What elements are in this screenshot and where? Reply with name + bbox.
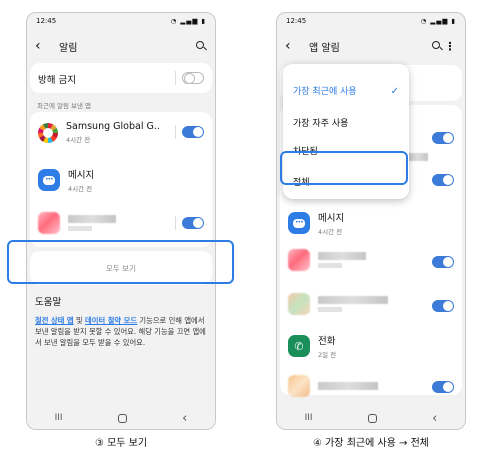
help-text: 절전 상태 앱 및 데이터 절약 모드 기능으로 인해 앱에서 보낸 알림을 받…	[35, 315, 207, 348]
sort-option-recent[interactable]: 가장 최근에 사용	[293, 84, 357, 97]
blurred-app-icon	[38, 212, 60, 234]
blurred-app-name	[68, 215, 116, 223]
see-all-highlight	[7, 240, 234, 284]
app-bar: ‹ 알림	[27, 34, 215, 58]
status-bar: 12:45 ◔ ▂▄▆ ▮	[277, 13, 465, 29]
blurred-app-name	[408, 153, 428, 161]
list-item[interactable]: 메시지 4시간 전	[38, 167, 204, 193]
app-time: 4시간 전	[318, 228, 343, 236]
list-item[interactable]	[288, 293, 454, 315]
back-nav-icon[interactable]: ‹	[432, 411, 437, 426]
status-icons: ◔ ▂▄▆ ▮	[170, 17, 206, 25]
list-item[interactable]: Samsung Global G.. 4시간 전	[38, 121, 204, 144]
data-saver-link[interactable]: 데이터 절약 모드	[85, 316, 137, 325]
status-time: 12:45	[286, 17, 307, 25]
recent-section-label: 최근에 알림 보낸 앱	[37, 102, 92, 110]
blurred-app-icon	[288, 293, 310, 315]
status-bar: 12:45 ◔ ▂▄▆ ▮	[27, 13, 215, 29]
page-title: 앱 알림	[309, 42, 340, 54]
check-icon: ✓	[390, 86, 399, 97]
list-item[interactable]	[288, 249, 454, 271]
nav-bar: III ‹	[277, 407, 465, 429]
list-item[interactable]: 메시지 4시간 전	[288, 210, 454, 236]
app-bar: ‹ 앱 알림 ⋮	[277, 34, 465, 58]
sort-option-frequent[interactable]: 가장 자주 사용	[293, 116, 348, 129]
app-toggle[interactable]	[432, 300, 454, 312]
status-time: 12:45	[36, 17, 57, 25]
dnd-label: 방해 금지	[38, 75, 76, 86]
phone-screen-app-notifications: 12:45 ◔ ▂▄▆ ▮ ‹ 앱 알림 ⋮ 메시지 4시간 전	[276, 12, 466, 430]
app-toggle[interactable]	[432, 256, 454, 268]
search-button[interactable]	[429, 40, 443, 52]
dnd-card[interactable]: 방해 금지	[30, 63, 212, 93]
blurred-app-name	[318, 296, 388, 304]
app-name: 전화	[318, 336, 336, 347]
app-toggle[interactable]	[182, 126, 204, 138]
back-icon[interactable]: ‹	[285, 39, 301, 53]
divider	[175, 71, 176, 85]
search-icon	[432, 40, 440, 49]
more-options-icon[interactable]: ⋮	[443, 40, 457, 53]
recent-apps-card: Samsung Global G.. 4시간 전 메시지 4시간 전	[30, 112, 212, 247]
caption-right: ④ 가장 최근에 사용 → 전체	[312, 438, 430, 449]
phone-icon: ✆	[288, 335, 310, 357]
all-option-highlight	[280, 151, 408, 185]
samsung-global-goals-icon	[38, 122, 58, 143]
messages-icon	[38, 169, 60, 191]
messages-icon	[288, 212, 310, 234]
app-time: 4시간 전	[66, 136, 91, 144]
blurred-app-icon	[288, 375, 310, 397]
blurred-app-icon	[288, 249, 310, 271]
blurred-app-time	[318, 307, 342, 312]
caption-left: ③ 모두 보기	[94, 438, 148, 449]
home-icon[interactable]	[367, 413, 377, 423]
app-name: 메시지	[318, 213, 345, 224]
recents-icon[interactable]: III	[55, 413, 63, 423]
power-saving-link[interactable]: 절전 상태 앱	[35, 316, 74, 325]
app-toggle[interactable]	[182, 217, 204, 229]
app-time: 2일 전	[318, 351, 337, 359]
divider	[175, 216, 176, 230]
list-item[interactable]: ✆ 전화 2일 전	[288, 333, 454, 359]
list-item[interactable]	[38, 212, 204, 234]
nav-bar: III ‹	[27, 407, 215, 429]
back-icon[interactable]: ‹	[35, 39, 51, 53]
blurred-app-time	[318, 263, 342, 268]
help-mid: 및	[73, 316, 86, 325]
app-name: 메시지	[68, 170, 95, 181]
app-toggle[interactable]	[432, 381, 454, 393]
blurred-app-name	[318, 382, 378, 390]
blurred-app-time	[68, 226, 92, 231]
app-toggle[interactable]	[432, 132, 454, 144]
help-title: 도움말	[35, 297, 62, 308]
app-toggle[interactable]	[432, 174, 454, 186]
status-icons: ◔ ▂▄▆ ▮	[420, 17, 456, 25]
app-time: 4시간 전	[68, 185, 93, 193]
list-item[interactable]	[288, 375, 454, 397]
recents-icon[interactable]: III	[305, 413, 313, 423]
dnd-toggle[interactable]	[182, 72, 204, 84]
search-icon	[196, 40, 204, 49]
page-title: 알림	[59, 42, 78, 54]
search-button[interactable]	[193, 40, 207, 52]
blurred-app-name	[318, 252, 366, 260]
divider	[175, 125, 176, 139]
app-name: Samsung Global G..	[66, 121, 160, 132]
phone-screen-notifications: 12:45 ◔ ▂▄▆ ▮ ‹ 알림 방해 금지 최근에 알림 보낸 앱 Sam…	[26, 12, 216, 430]
back-nav-icon[interactable]: ‹	[182, 411, 187, 426]
home-icon[interactable]	[117, 413, 127, 423]
